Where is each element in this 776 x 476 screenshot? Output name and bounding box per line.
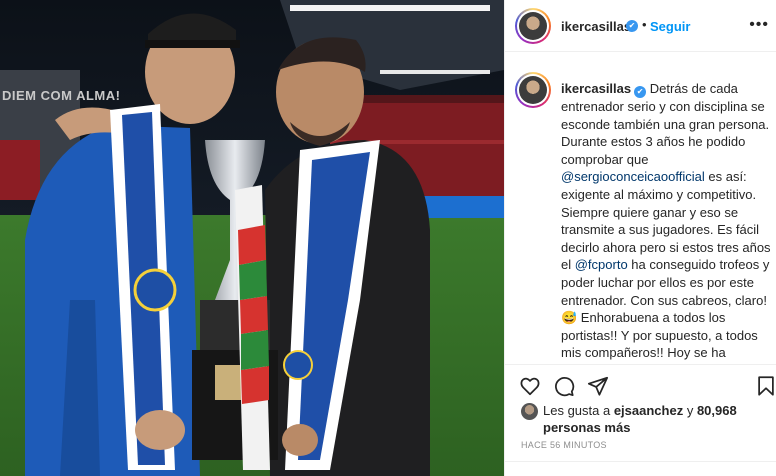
verified-badge-icon: ✔: [634, 86, 647, 98]
liker-username[interactable]: ejsaanchez: [614, 403, 683, 418]
heart-icon[interactable]: [519, 375, 541, 397]
post-photo[interactable]: DIEM COM ALMA!: [0, 0, 504, 476]
photo-illustration: [0, 0, 504, 476]
mention-link[interactable]: @fcporto: [575, 257, 628, 272]
bookmark-icon[interactable]: [755, 375, 776, 397]
mention-link[interactable]: @sergioconceicaoofficial: [561, 169, 705, 184]
profile-avatar[interactable]: [515, 8, 551, 44]
post-timestamp[interactable]: Hace 56 minutos: [521, 440, 607, 450]
post-header: ikercasillas ✔ • Seguir •••: [505, 0, 776, 52]
separator-dot: •: [642, 17, 647, 32]
caption-avatar[interactable]: [515, 72, 551, 108]
caption-body-part: ha conseguido trofeos y poder luchar por…: [561, 257, 770, 364]
post-side-panel: ikercasillas ✔ • Seguir ••• ikercasillas…: [504, 0, 776, 476]
share-icon[interactable]: [587, 375, 609, 397]
likes-text: Les gusta a ejsaanchez y 80,968 personas…: [543, 402, 771, 436]
caption-text: ikercasillas ✔ Detrás de cada entrenador …: [561, 80, 773, 364]
caption-username[interactable]: ikercasillas: [561, 81, 631, 96]
post-caption: ikercasillas ✔ Detrás de cada entrenador …: [505, 58, 776, 364]
follow-button[interactable]: Seguir: [650, 19, 690, 34]
divider: [505, 461, 776, 462]
stadium-banner-text: DIEM COM ALMA!: [2, 88, 121, 103]
likes-connector: y: [683, 403, 697, 418]
liker-avatar[interactable]: [521, 403, 538, 420]
more-options-icon[interactable]: •••: [749, 16, 769, 34]
header-username[interactable]: ikercasillas: [561, 19, 631, 34]
likes-prefix: Les gusta a: [543, 403, 614, 418]
verified-badge-icon: ✔: [626, 20, 638, 32]
comment-icon[interactable]: [553, 375, 575, 397]
action-bar: [505, 364, 776, 404]
